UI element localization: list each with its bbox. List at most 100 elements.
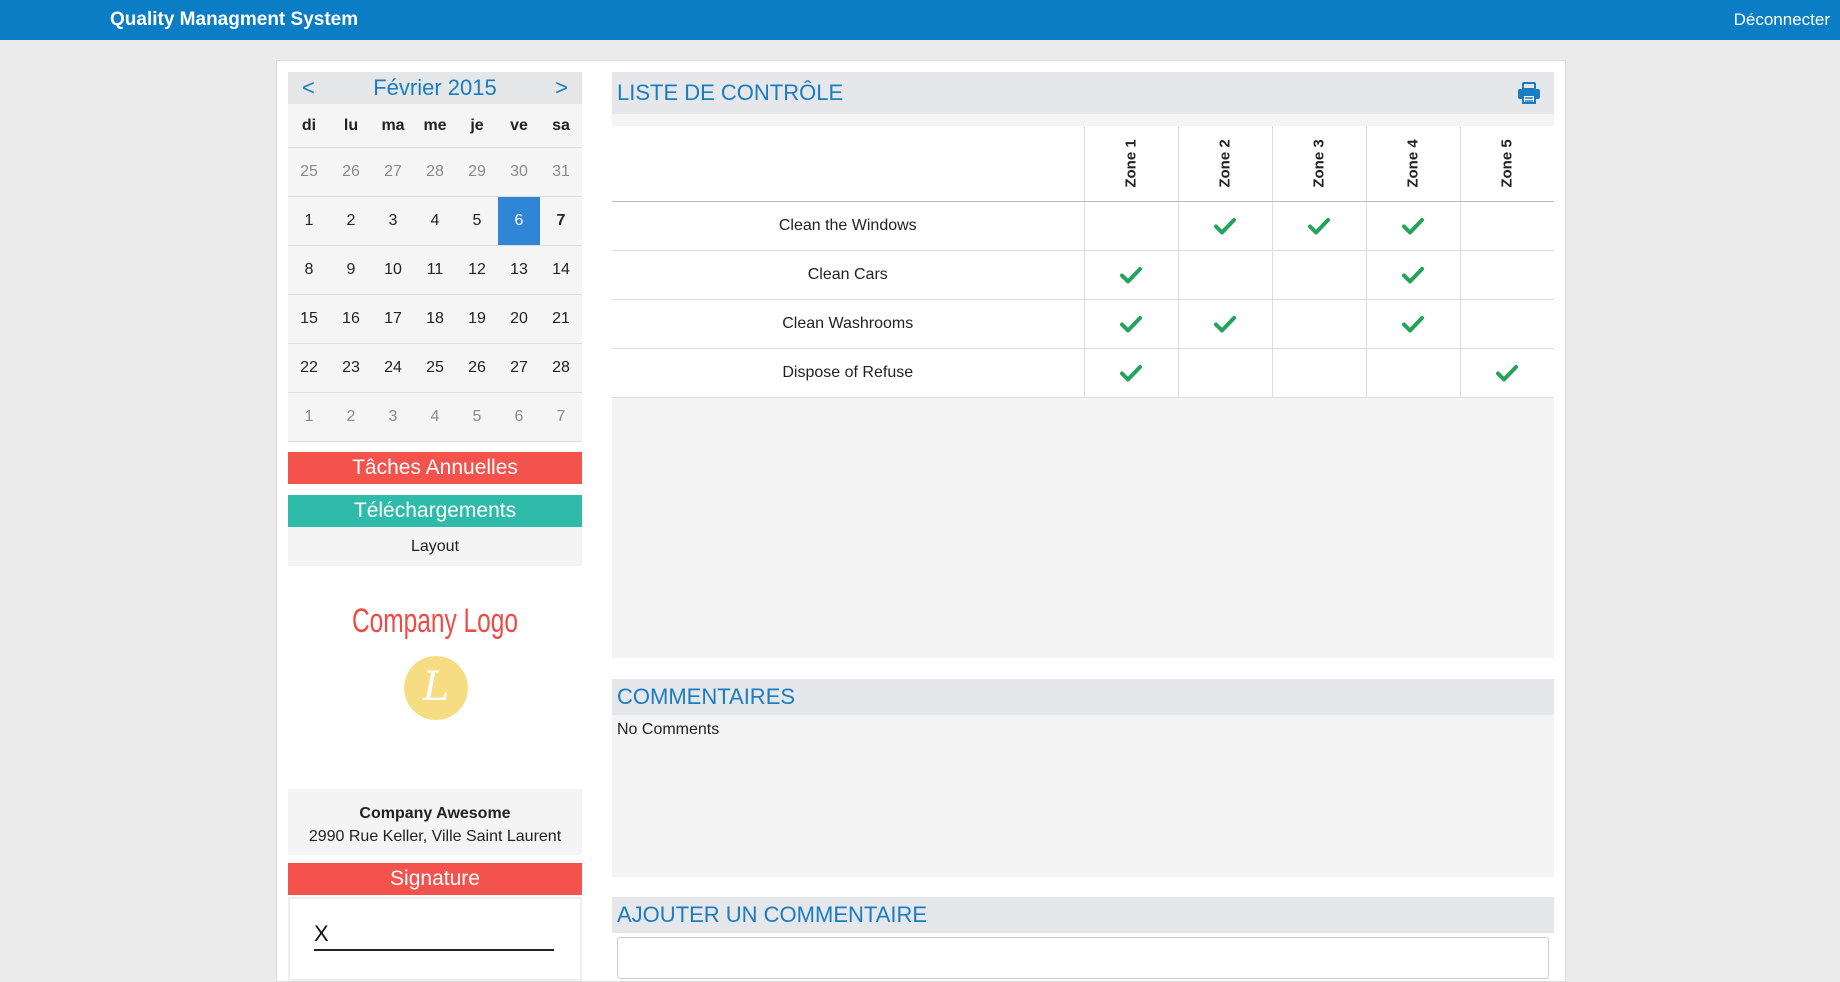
calendar-day[interactable]: 27 — [372, 147, 414, 197]
zone-check-cell[interactable] — [1365, 201, 1461, 251]
calendar-week-row: 1234567 — [288, 392, 582, 442]
calendar-day[interactable]: 20 — [498, 294, 540, 344]
calendar-day[interactable]: 7 — [540, 196, 582, 246]
calendar-prev-button[interactable]: < — [302, 72, 315, 104]
zone-check-cell[interactable] — [1271, 348, 1367, 398]
calendar-day[interactable]: 13 — [498, 245, 540, 295]
calendar-day[interactable]: 25 — [288, 147, 330, 197]
comments-section: COMMENTAIRES No Comments — [612, 679, 1554, 877]
calendar-day[interactable]: 15 — [288, 294, 330, 344]
zone-check-cell[interactable] — [1271, 299, 1367, 349]
company-info: Company Awesome 2990 Rue Keller, Ville S… — [288, 789, 582, 855]
checkmark-icon — [1214, 315, 1237, 333]
weekday-header: je — [456, 104, 498, 148]
annual-tasks-button[interactable]: Tâches Annuelles — [288, 452, 582, 484]
calendar-day[interactable]: 28 — [414, 147, 456, 197]
calendar-day[interactable]: 3 — [372, 196, 414, 246]
logo-emblem-icon: L — [404, 656, 468, 720]
zone-check-cell[interactable] — [1365, 348, 1461, 398]
calendar-day[interactable]: 3 — [372, 392, 414, 442]
zone-label: Zone 1 — [1122, 138, 1140, 188]
comment-input[interactable] — [617, 937, 1549, 979]
calendar-day[interactable]: 8 — [288, 245, 330, 295]
weekday-header: ve — [498, 104, 540, 148]
calendar-day[interactable]: 18 — [414, 294, 456, 344]
main-panel: < Février 2015 > di lu ma me je ve sa 25 26 27 28… — [276, 60, 1566, 982]
signature-button[interactable]: Signature — [288, 863, 582, 895]
calendar-day[interactable]: 10 — [372, 245, 414, 295]
zone-check-cell[interactable] — [1177, 250, 1273, 300]
add-comment-title: AJOUTER UN COMMENTAIRE — [617, 902, 928, 927]
zone-check-cell[interactable] — [1177, 201, 1273, 251]
zone-check-cell[interactable] — [1083, 201, 1179, 251]
calendar-day[interactable]: 30 — [498, 147, 540, 197]
calendar-day[interactable]: 24 — [372, 343, 414, 393]
zone-check-cell[interactable] — [1459, 348, 1554, 398]
zone-check-cell[interactable] — [1271, 250, 1367, 300]
calendar-day[interactable]: 14 — [540, 245, 582, 295]
calendar-day[interactable]: 4 — [414, 392, 456, 442]
zone-check-cell[interactable] — [1459, 250, 1554, 300]
zone-column-header: Zone 1 — [1083, 126, 1179, 202]
weekday-header: di — [288, 104, 330, 148]
checklist-row: Clean the Windows — [612, 201, 1554, 251]
calendar-day[interactable]: 25 — [414, 343, 456, 393]
comments-header: COMMENTAIRES — [612, 679, 1554, 715]
zone-check-cell[interactable] — [1271, 201, 1367, 251]
zone-check-cell[interactable] — [1083, 299, 1179, 349]
calendar-day[interactable]: 31 — [540, 147, 582, 197]
checkmark-icon — [1214, 217, 1237, 235]
calendar-day[interactable]: 2 — [330, 196, 372, 246]
weekday-header: lu — [330, 104, 372, 148]
calendar-grid: di lu ma me je ve sa 25 26 27 28 29 30 31 1 2 3 4 5 6 7 8 9 10… — [288, 104, 582, 442]
calendar-day[interactable]: 1 — [288, 392, 330, 442]
zone-check-cell[interactable] — [1083, 348, 1179, 398]
calendar-day[interactable]: 5 — [456, 392, 498, 442]
calendar-header: < Février 2015 > — [288, 72, 582, 104]
calendar-day[interactable]: 9 — [330, 245, 372, 295]
zone-check-cell[interactable] — [1177, 348, 1273, 398]
zone-check-cell[interactable] — [1083, 250, 1179, 300]
calendar-day[interactable]: 26 — [330, 147, 372, 197]
calendar-day[interactable]: 17 — [372, 294, 414, 344]
calendar-day[interactable]: 7 — [540, 392, 582, 442]
zone-check-cell[interactable] — [1459, 201, 1554, 251]
calendar-day[interactable]: 4 — [414, 196, 456, 246]
calendar-week-row: 1234567 — [288, 196, 582, 246]
task-name: Clean the Windows — [612, 201, 1084, 251]
calendar-day[interactable]: 11 — [414, 245, 456, 295]
checkmark-icon — [1120, 266, 1143, 284]
calendar-day[interactable]: 23 — [330, 343, 372, 393]
printer-icon[interactable] — [1516, 80, 1542, 106]
zone-check-cell[interactable] — [1365, 250, 1461, 300]
calendar-day[interactable]: 19 — [456, 294, 498, 344]
zone-check-cell[interactable] — [1177, 299, 1273, 349]
calendar-day[interactable]: 6 — [498, 392, 540, 442]
calendar-week-row: 22 23 24 25 26 27 28 — [288, 343, 582, 393]
signature-pad[interactable]: X — [288, 897, 582, 981]
zone-check-cell[interactable] — [1365, 299, 1461, 349]
app-title[interactable]: Quality Managment System — [110, 0, 358, 40]
calendar-day[interactable]: 26 — [456, 343, 498, 393]
task-name: Dispose of Refuse — [612, 348, 1084, 398]
calendar-next-button[interactable]: > — [555, 72, 568, 104]
calendar-day[interactable]: 28 — [540, 343, 582, 393]
calendar-day[interactable]: 2 — [330, 392, 372, 442]
calendar-day[interactable]: 29 — [456, 147, 498, 197]
calendar-day[interactable]: 5 — [456, 196, 498, 246]
logout-link[interactable]: Déconnecter — [1734, 0, 1830, 40]
zone-column-header: Zone 2 — [1177, 126, 1273, 202]
logo-text: Company Logo — [351, 602, 519, 640]
layout-label[interactable]: Layout — [288, 527, 582, 566]
weekday-header: ma — [372, 104, 414, 148]
calendar-day[interactable]: 16 — [330, 294, 372, 344]
calendar-day[interactable]: 21 — [540, 294, 582, 344]
zone-check-cell[interactable] — [1459, 299, 1554, 349]
calendar-day-selected[interactable]: 6 — [498, 196, 540, 246]
signature-mark: X — [314, 921, 329, 946]
calendar-day[interactable]: 22 — [288, 343, 330, 393]
calendar-day[interactable]: 1 — [288, 196, 330, 246]
calendar-day[interactable]: 27 — [498, 343, 540, 393]
downloads-button[interactable]: Téléchargements — [288, 495, 582, 527]
calendar-day[interactable]: 12 — [456, 245, 498, 295]
